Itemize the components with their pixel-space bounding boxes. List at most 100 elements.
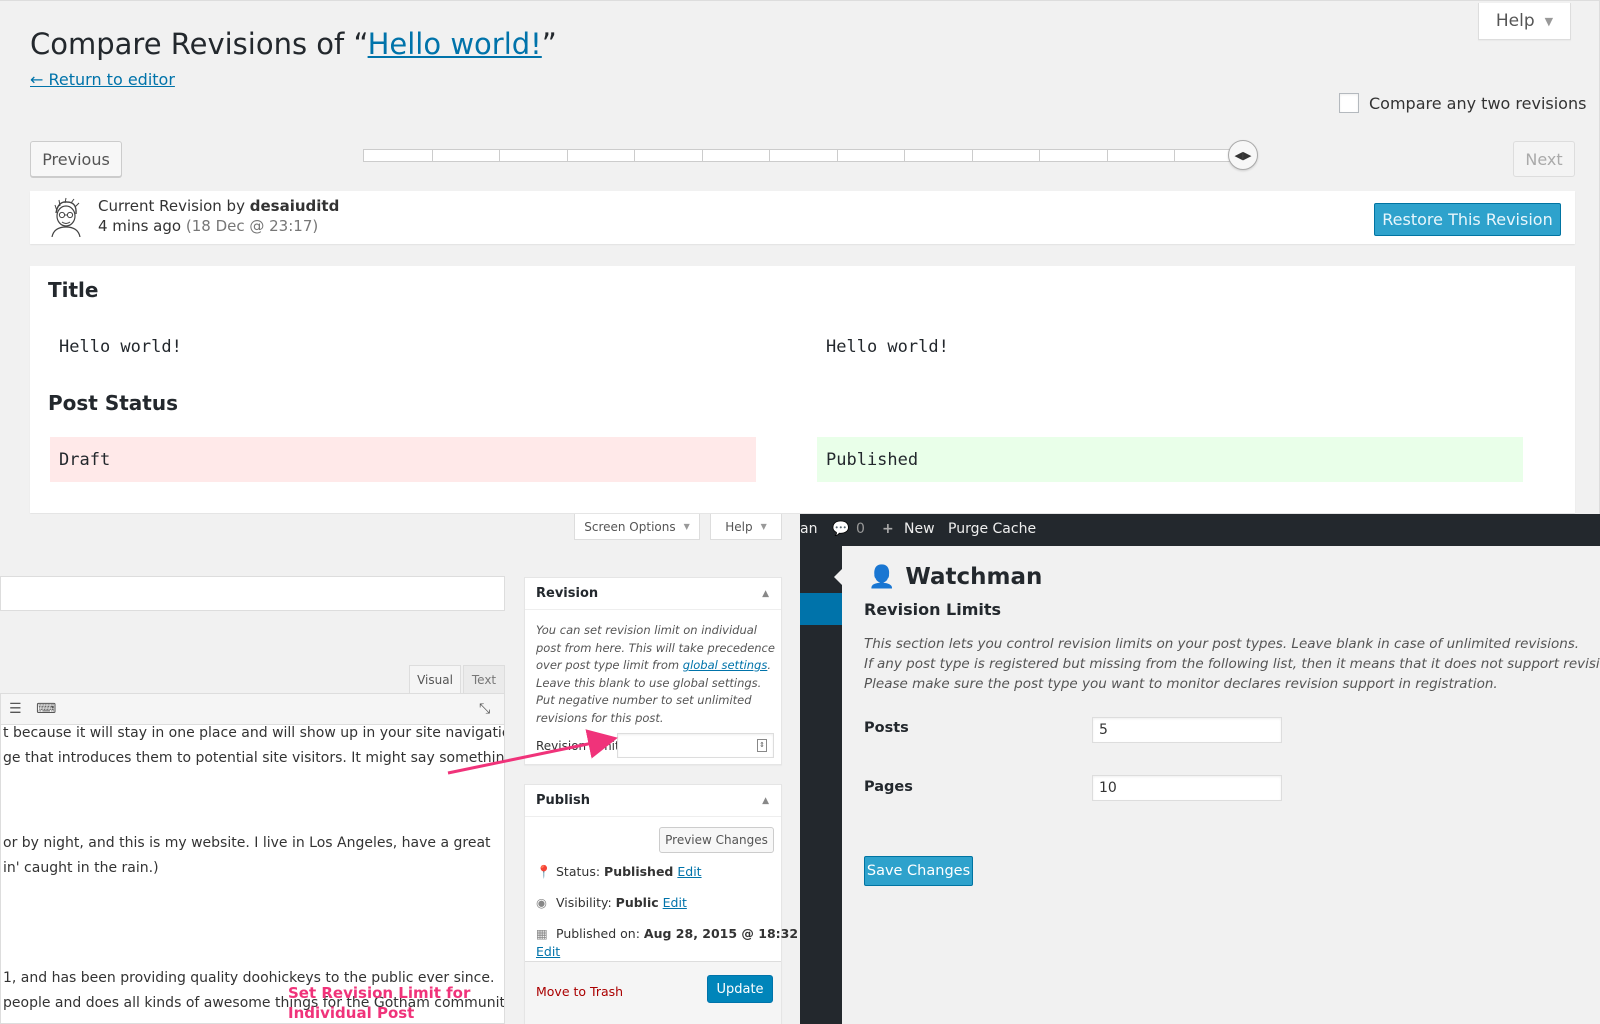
post-title-link[interactable]: Hello world! [368,27,542,61]
slider-tick [971,150,973,161]
visibility-edit-link[interactable]: Edit [663,895,687,910]
editor-toolbar: ☰ ⌨ ⤡ [0,693,505,725]
screen-options-tab[interactable]: Screen Options ▼ [574,514,700,540]
calendar-icon: ▦ [536,926,548,941]
diff-status-new: Published [817,437,1523,482]
diff-status-heading: Post Status [48,391,178,415]
fullscreen-icon[interactable]: ⤡ [479,701,490,717]
revision-meta: Current Revision by desaiuditd 4 mins ag… [30,191,1575,244]
published-edit-link[interactable]: Edit [536,944,560,959]
revision-author: desaiuditd [249,197,340,215]
revision-metabox-header[interactable]: Revision ▲ [525,578,781,610]
visibility-row: ◉ Visibility: Public Edit [536,895,687,910]
admin-bar: an 💬 0 + New Purge Cache [800,514,1600,546]
revision-diff: Title Hello world! Hello world! Post Sta… [30,266,1575,513]
previous-button[interactable]: Previous [30,141,122,177]
revision-limit-input[interactable]: ⇕ [617,733,774,758]
publish-metabox: Publish ▲ Preview Changes 📍 Status: Publi… [524,784,798,1024]
admin-bar-site-name[interactable]: an [800,521,817,537]
published-value: Aug 28, 2015 @ 18:32 [643,926,799,941]
move-to-trash-link[interactable]: Move to Trash [536,984,623,999]
status-label: Status: [556,864,605,879]
revision-slider[interactable] [363,149,1243,162]
watchman-settings-panel: an 💬 0 + New Purge Cache 👤 Watchman Revi… [800,514,1600,1024]
pages-limit-input[interactable]: 10 [1092,775,1282,801]
current-menu-arrow [834,569,842,585]
eye-icon: ◉ [536,895,547,910]
admin-sidebar [800,546,842,1024]
help-tab[interactable]: Help ▼ [710,514,782,540]
help-tab[interactable]: Help ▼ [1478,3,1571,40]
preview-changes-button[interactable]: Preview Changes [659,827,774,853]
revision-metabox-title: Revision [536,586,599,601]
revision-prefix: Current Revision by [98,197,250,215]
save-changes-button[interactable]: Save Changes [864,856,973,886]
page-title-suffix: ” [541,27,557,61]
publish-actions: Move to Trash Update [525,961,781,1024]
slider-tick [769,150,771,161]
content-line: ge that introduces them to potential sit… [3,750,505,766]
annotation-line: Set Revision Limit for [288,984,471,1002]
admin-bar-purge-cache[interactable]: Purge Cache [948,521,1036,537]
update-button[interactable]: Update [707,975,773,1003]
page-title: 👤 Watchman [868,564,1042,590]
keyboard-shortcuts-icon[interactable]: ⌨ [36,701,56,717]
slider-tick [701,150,703,161]
comments-icon[interactable]: 💬 [832,521,849,537]
page-title: Compare Revisions of “Hello world!” [30,27,557,61]
compare-any-two-toggle[interactable]: Compare any two revisions [1339,93,1586,113]
visibility-value: Public [615,895,659,910]
left-right-arrows-icon: ◀▶ [1234,148,1252,162]
status-edit-link[interactable]: Edit [677,864,701,879]
diff-title-old: Hello world! [59,337,182,357]
slider-tick [1174,150,1176,161]
content-line: t because it will stay in one place and … [3,725,505,741]
posts-limit-input[interactable]: 5 [1092,717,1282,743]
content-line: in' caught in the rain.) [3,860,159,876]
slider-tick [499,150,501,161]
section-description: This section lets you control revision l… [864,636,1580,652]
slider-tick [431,150,433,161]
annotation-arrow [447,729,618,775]
diff-status-old: Draft [50,437,756,482]
collapse-arrow-icon[interactable]: ▲ [762,589,769,599]
compare-any-checkbox[interactable] [1339,93,1359,113]
visibility-label: Visibility: [556,895,616,910]
annotation-callout: Set Revision Limit for Individual Post [288,983,470,1023]
slider-tick [1106,150,1108,161]
status-row: 📍 Status: Published Edit [536,864,702,880]
toolbar-toggle-icon[interactable]: ☰ [9,701,22,717]
restore-revision-button[interactable]: Restore This Revision [1374,203,1561,236]
spinner-icon[interactable]: ⇕ [757,739,767,752]
help-label: Help [1495,11,1535,31]
user-icon: 👤 [868,564,896,590]
slider-handle[interactable]: ◀▶ [1228,140,1258,170]
section-description: Please make sure the post type you want … [864,676,1498,692]
content-line: or by night, and this is my website. I l… [3,835,491,851]
admin-bar-new[interactable]: New [904,521,935,537]
pin-icon: 📍 [536,864,552,879]
posts-label: Posts [864,720,909,736]
author-avatar [46,197,86,237]
tab-visual[interactable]: Visual [409,665,461,693]
pages-label: Pages [864,779,913,795]
editor-content[interactable]: t because it will stay in one place and … [0,725,505,1024]
tab-text[interactable]: Text [463,665,505,693]
caret-down-icon: ▼ [760,522,767,531]
return-to-editor-link[interactable]: ← Return to editor [30,70,175,89]
next-button[interactable]: Next [1513,141,1575,177]
annotation-line: Individual Post [288,1004,415,1022]
plus-icon[interactable]: + [882,521,894,537]
sidebar-current-item[interactable] [800,593,842,625]
diff-title-new: Hello world! [826,337,949,357]
collapse-arrow-icon[interactable]: ▲ [762,796,769,806]
post-title-input[interactable] [0,576,505,611]
compare-revisions-panel: Help ▼ Compare Revisions of “Hello world… [0,0,1600,514]
publish-metabox-header[interactable]: Publish ▲ [525,785,781,817]
screen-options-label: Screen Options [584,519,676,534]
global-settings-link[interactable]: global settings [683,658,768,672]
section-description: If any post type is registered but missi… [864,656,1600,672]
publish-metabox-title: Publish [536,793,590,808]
comments-count[interactable]: 0 [856,521,865,537]
compare-any-label: Compare any two revisions [1369,93,1587,113]
